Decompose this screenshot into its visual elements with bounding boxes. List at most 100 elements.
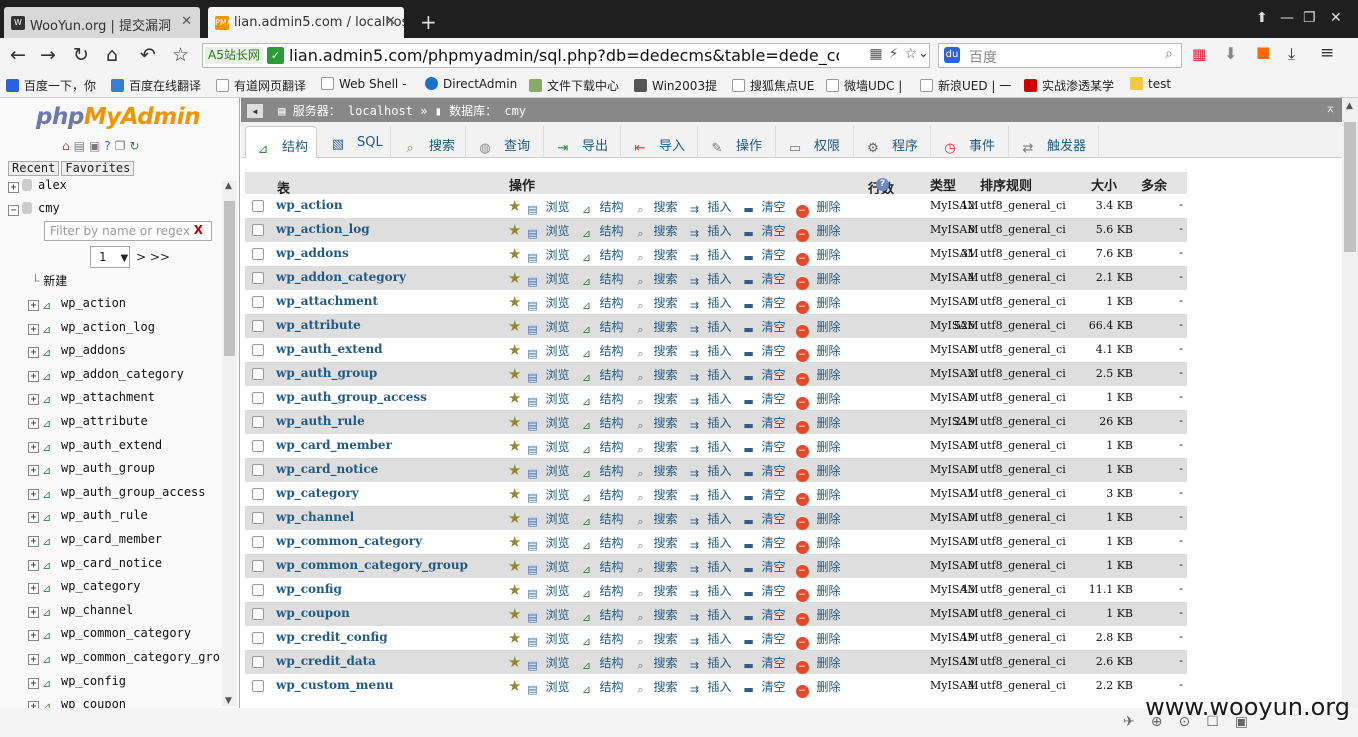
- bookmark-item[interactable]: 搜狐焦点UE: [732, 77, 814, 94]
- table-size[interactable]: 1 KB: [1106, 295, 1133, 308]
- favorite-star-icon[interactable]: ★: [508, 653, 521, 671]
- table-name-link[interactable]: wp_credit_data: [276, 654, 376, 668]
- dropdown-icon[interactable]: ⌄: [918, 46, 929, 61]
- table-size[interactable]: 1 KB: [1106, 511, 1133, 524]
- action-empty[interactable]: ▬ 清空: [742, 440, 796, 456]
- sidebar-table-item[interactable]: + ⊿ wp_action: [28, 296, 126, 316]
- favorite-star-icon[interactable]: ★: [508, 221, 521, 239]
- action-empty[interactable]: ▬ 清空: [742, 560, 796, 576]
- action-empty[interactable]: ▬ 清空: [742, 680, 796, 696]
- action-browse[interactable]: ▤ 浏览: [525, 368, 579, 384]
- action-search[interactable]: ⌕ 搜索: [633, 368, 687, 384]
- action-structure[interactable]: ⊿ 结构: [579, 248, 633, 264]
- action-drop[interactable]: − 删除: [795, 392, 841, 410]
- table-name-link[interactable]: wp_auth_group_access: [276, 390, 427, 404]
- table-size[interactable]: 2.1 KB: [1096, 271, 1133, 284]
- table-name-link[interactable]: wp_card_member: [276, 438, 392, 452]
- action-search[interactable]: ⌕ 搜索: [633, 248, 687, 264]
- action-drop[interactable]: − 删除: [795, 296, 841, 314]
- table-name-link[interactable]: wp_credit_config: [276, 630, 388, 644]
- maximize-icon[interactable]: ❐: [1303, 10, 1316, 26]
- docs-icon[interactable]: ?: [104, 139, 114, 153]
- action-drop[interactable]: − 删除: [795, 200, 841, 218]
- tab-import[interactable]: ⇤ 导入: [621, 126, 698, 158]
- tab-structure[interactable]: ⊿ 结构: [245, 126, 317, 158]
- action-search[interactable]: ⌕ 搜索: [633, 344, 687, 360]
- favorite-star-icon[interactable]: ★: [508, 677, 521, 695]
- db-node-cmy[interactable]: − cmy: [8, 201, 60, 221]
- action-empty[interactable]: ▬ 清空: [742, 656, 796, 672]
- action-empty[interactable]: ▬ 清空: [742, 296, 796, 312]
- table-size[interactable]: 2.8 KB: [1096, 631, 1133, 644]
- tab-sql[interactable]: ▧ SQL: [319, 126, 391, 158]
- row-checkbox[interactable]: [252, 632, 264, 644]
- action-drop[interactable]: − 删除: [795, 560, 841, 578]
- sidebar-table-item[interactable]: + ⊿ wp_auth_extend: [28, 438, 162, 458]
- action-empty[interactable]: ▬ 清空: [742, 632, 796, 648]
- expand-icon[interactable]: +: [8, 182, 19, 193]
- bookmark-star-icon[interactable]: ☆: [172, 44, 189, 66]
- tab-triggers[interactable]: ⇄ 触发器: [1009, 126, 1099, 158]
- action-insert[interactable]: ⇉ 插入: [688, 464, 742, 480]
- nav-scrollbar[interactable]: ▲ ▼: [222, 181, 237, 706]
- address-bar[interactable]: A5站长网 ✓ lian.admin5.com/phpmyadmin/sql.p…: [202, 43, 930, 68]
- action-insert[interactable]: ⇉ 插入: [688, 632, 742, 648]
- sidebar-table-item[interactable]: + ⊿ wp_common_category: [28, 626, 191, 646]
- favorite-star-icon[interactable]: ★: [508, 509, 521, 527]
- expand-icon[interactable]: +: [28, 536, 39, 547]
- table-name-link[interactable]: wp_category: [276, 486, 359, 500]
- action-browse[interactable]: ▤ 浏览: [525, 224, 579, 240]
- action-search[interactable]: ⌕ 搜索: [633, 416, 687, 432]
- action-insert[interactable]: ⇉ 插入: [688, 512, 742, 528]
- col-type[interactable]: 类型: [930, 175, 956, 194]
- favorite-star-icon[interactable]: ★: [508, 317, 521, 335]
- action-browse[interactable]: ▤ 浏览: [525, 584, 579, 600]
- table-size[interactable]: 3.4 KB: [1096, 199, 1133, 212]
- tab-favorites[interactable]: Favorites: [61, 161, 135, 176]
- row-checkbox[interactable]: [252, 512, 264, 524]
- col-collation[interactable]: 排序规则: [980, 175, 1032, 194]
- action-structure[interactable]: ⊿ 结构: [579, 488, 633, 504]
- row-checkbox[interactable]: [252, 344, 264, 356]
- table-name-link[interactable]: wp_addons: [276, 246, 349, 260]
- expand-icon[interactable]: +: [28, 677, 39, 689]
- expand-icon[interactable]: +: [28, 323, 39, 335]
- table-size[interactable]: 26 KB: [1099, 415, 1133, 428]
- row-checkbox[interactable]: [252, 248, 264, 260]
- action-drop[interactable]: − 删除: [795, 632, 841, 650]
- action-browse[interactable]: ▤ 浏览: [525, 416, 579, 432]
- table-name-link[interactable]: wp_addon_category: [276, 270, 406, 284]
- row-checkbox[interactable]: [252, 584, 264, 596]
- url-action-icons[interactable]: ▦⚡☆: [869, 46, 923, 62]
- table-name-link[interactable]: wp_custom_menu: [276, 678, 394, 692]
- action-browse[interactable]: ▤ 浏览: [525, 632, 579, 648]
- action-browse[interactable]: ▤ 浏览: [525, 272, 579, 288]
- action-drop[interactable]: − 删除: [795, 512, 841, 530]
- table-size[interactable]: 5.6 KB: [1096, 223, 1133, 236]
- action-empty[interactable]: ▬ 清空: [742, 344, 796, 360]
- table-name-link[interactable]: wp_action_log: [276, 222, 370, 236]
- table-name-link[interactable]: wp_auth_group: [276, 366, 377, 380]
- action-structure[interactable]: ⊿ 结构: [579, 584, 633, 600]
- bookmark-item[interactable]: DirectAdmin: [425, 77, 517, 91]
- db-node-alex[interactable]: + alex: [8, 178, 67, 198]
- action-search[interactable]: ⌕ 搜索: [633, 272, 687, 288]
- action-empty[interactable]: ▬ 清空: [742, 224, 796, 240]
- sidebar-table-item[interactable]: + ⊿ wp_config: [28, 674, 126, 694]
- favorite-star-icon[interactable]: ★: [508, 365, 521, 383]
- row-checkbox[interactable]: [252, 320, 264, 332]
- action-browse[interactable]: ▤ 浏览: [525, 656, 579, 672]
- row-checkbox[interactable]: [252, 296, 264, 308]
- sidebar-table-item[interactable]: + ⊿ wp_addons: [28, 343, 126, 363]
- copy-icon[interactable]: ❐: [115, 139, 130, 153]
- sidebar-table-item[interactable]: + ⊿ wp_common_category_gro: [28, 650, 220, 670]
- filter-input[interactable]: Filter by name or regex X: [44, 221, 212, 241]
- favorite-star-icon[interactable]: ★: [508, 293, 521, 311]
- action-insert[interactable]: ⇉ 插入: [688, 344, 742, 360]
- bookmark-item[interactable]: 微墙UDC |: [826, 77, 902, 94]
- action-search[interactable]: ⌕ 搜索: [633, 464, 687, 480]
- action-structure[interactable]: ⊿ 结构: [579, 200, 633, 216]
- sidebar-table-item[interactable]: + ⊿ wp_auth_group: [28, 461, 155, 481]
- sidebar-table-item[interactable]: + ⊿ wp_card_notice: [28, 556, 162, 576]
- new-tab-icon[interactable]: +: [420, 10, 437, 34]
